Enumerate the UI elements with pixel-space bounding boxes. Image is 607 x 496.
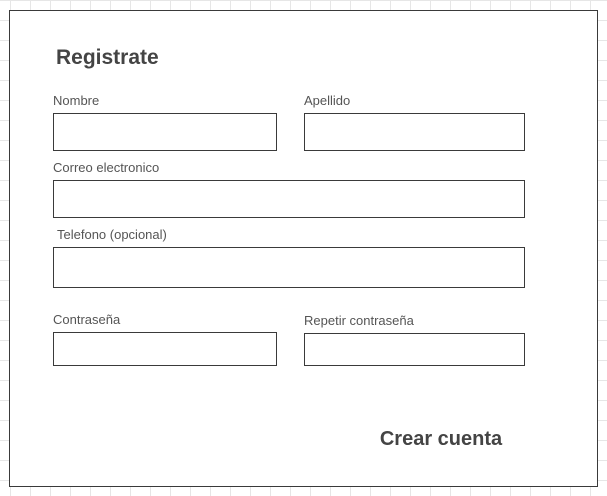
password-input[interactable] (53, 332, 277, 366)
create-account-button[interactable]: Crear cuenta (362, 424, 520, 454)
last-name-input[interactable] (304, 113, 525, 151)
email-label: Correo electronico (53, 160, 160, 175)
first-name-input[interactable] (53, 113, 277, 151)
password-label: Contraseña (53, 312, 121, 327)
form-title: Registrate (56, 46, 159, 69)
repeat-password-label: Repetir contraseña (304, 313, 414, 328)
last-name-label: Apellido (304, 93, 351, 108)
repeat-password-input[interactable] (304, 333, 525, 366)
first-name-label: Nombre (53, 93, 100, 108)
phone-label: Telefono (opcional) (57, 227, 167, 242)
email-input[interactable] (53, 180, 525, 218)
phone-input[interactable] (53, 247, 525, 288)
